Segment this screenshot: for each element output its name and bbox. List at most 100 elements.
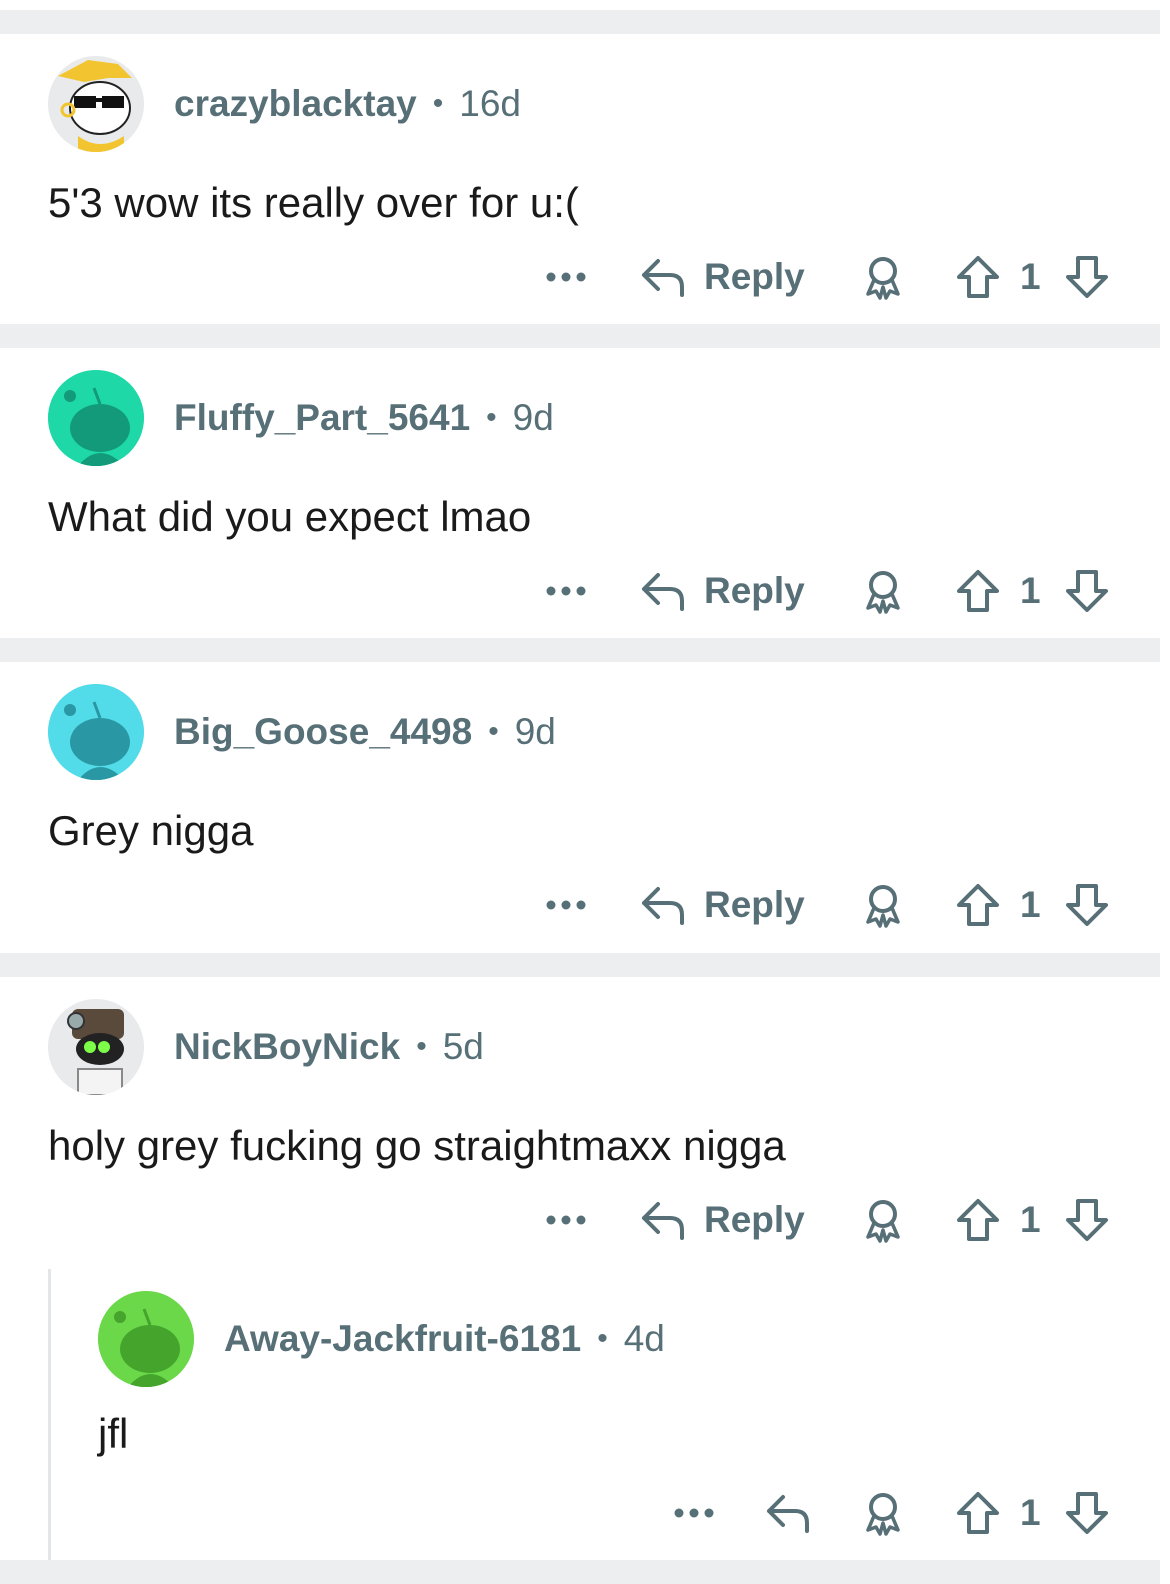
award-button[interactable]	[860, 875, 906, 935]
award-icon	[866, 257, 900, 300]
upvote-icon	[957, 884, 999, 926]
upvote-button[interactable]	[955, 1483, 1001, 1543]
comment: NickBoyNick • 5d holy grey fucking go st…	[0, 977, 1160, 1560]
upvote-button[interactable]	[955, 247, 1001, 307]
avatar[interactable]	[48, 56, 144, 152]
separator-band	[0, 1560, 1160, 1584]
award-button[interactable]	[860, 1483, 906, 1543]
more-options-button[interactable]	[545, 875, 587, 935]
upvote-icon	[957, 570, 999, 612]
author-name[interactable]: NickBoyNick	[174, 1026, 400, 1068]
downvote-icon	[1066, 1492, 1108, 1534]
separator-band	[0, 953, 1160, 977]
reply-icon	[642, 259, 684, 297]
vote-count: 1	[1020, 570, 1041, 611]
author-name[interactable]: Big_Goose_4498	[174, 711, 472, 753]
author-name[interactable]: Fluffy_Part_5641	[174, 397, 470, 439]
separator-band	[0, 10, 1160, 34]
comment: Fluffy_Part_5641 • 9d What did you expec…	[0, 348, 1160, 638]
snoo-default-avatar-icon	[48, 684, 144, 780]
reply-button[interactable]	[765, 1483, 811, 1543]
more-options-button[interactable]	[545, 561, 587, 621]
vote-count: 1	[1020, 1492, 1041, 1533]
comment: crazyblacktay • 16d 5'3 wow its really o…	[0, 34, 1160, 324]
reply-label: Reply	[704, 570, 805, 611]
downvote-icon	[1066, 884, 1108, 926]
author-name[interactable]: crazyblacktay	[174, 83, 417, 125]
author-name[interactable]: Away-Jackfruit-6181	[224, 1318, 581, 1360]
meta-separator: •	[416, 1030, 427, 1063]
comment-text: What did you expect lmao	[48, 493, 532, 540]
comment-feed: crazyblacktay • 16d 5'3 wow its really o…	[0, 0, 1170, 1584]
award-icon	[866, 885, 900, 928]
meta-separator: •	[486, 401, 497, 434]
award-button[interactable]	[860, 1190, 906, 1250]
snoo-visor-avatar-icon	[48, 999, 144, 1095]
more-options-button[interactable]	[545, 247, 587, 307]
downvote-button[interactable]	[1064, 247, 1110, 307]
comment-age: 5d	[442, 1026, 484, 1067]
award-icon	[866, 1200, 900, 1243]
downvote-icon	[1066, 570, 1108, 612]
downvote-button[interactable]	[1064, 1483, 1110, 1543]
upvote-button[interactable]	[955, 875, 1001, 935]
downvote-icon	[1066, 1199, 1108, 1241]
reply-label: Reply	[704, 884, 805, 925]
snoo-default-avatar-icon	[48, 370, 144, 466]
more-icon	[546, 1215, 586, 1225]
reply-icon	[642, 573, 684, 611]
upvote-button[interactable]	[955, 1190, 1001, 1250]
comment-text: holy grey fucking go straightmaxx nigga	[48, 1122, 786, 1169]
more-options-button[interactable]	[545, 1190, 587, 1250]
upvote-icon	[957, 1492, 999, 1534]
comment-age: 9d	[514, 711, 556, 752]
more-icon	[674, 1508, 714, 1518]
reply-icon	[642, 1202, 684, 1240]
more-icon	[546, 900, 586, 910]
downvote-icon	[1066, 256, 1108, 298]
award-icon	[866, 571, 900, 614]
comment-meta: Away-Jackfruit-6181 • 4d	[224, 1317, 665, 1361]
snoo-sunglasses-avatar-icon	[48, 56, 144, 152]
reply-label: Reply	[704, 1199, 805, 1240]
award-button[interactable]	[860, 561, 906, 621]
reply-button[interactable]: Reply	[640, 1190, 805, 1250]
vote-count: 1	[1020, 256, 1041, 297]
comment-meta: Fluffy_Part_5641 • 9d	[174, 396, 554, 440]
upvote-icon	[957, 1199, 999, 1241]
reply-comment: Away-Jackfruit-6181 • 4d jfl 1	[0, 1269, 1160, 1560]
avatar[interactable]	[48, 684, 144, 780]
vote-count: 1	[1020, 884, 1041, 925]
avatar[interactable]	[48, 370, 144, 466]
upvote-icon	[957, 256, 999, 298]
vote-count: 1	[1020, 1199, 1041, 1240]
comment-text: jfl	[98, 1410, 129, 1457]
comment-meta: crazyblacktay • 16d	[174, 82, 521, 126]
comment-age: 16d	[459, 83, 521, 124]
reply-button[interactable]: Reply	[640, 875, 805, 935]
reply-icon	[767, 1495, 809, 1533]
comment-text: Grey nigga	[48, 807, 254, 854]
more-options-button[interactable]	[673, 1483, 715, 1543]
comment: Big_Goose_4498 • 9d Grey nigga Reply 1	[0, 662, 1160, 952]
separator-band	[0, 638, 1160, 662]
meta-separator: •	[597, 1322, 608, 1355]
more-icon	[546, 586, 586, 596]
downvote-button[interactable]	[1064, 875, 1110, 935]
downvote-button[interactable]	[1064, 1190, 1110, 1250]
comment-text: 5'3 wow its really over for u:(	[48, 179, 579, 226]
avatar[interactable]	[48, 999, 144, 1095]
avatar[interactable]	[98, 1291, 194, 1387]
downvote-button[interactable]	[1064, 561, 1110, 621]
award-icon	[866, 1493, 900, 1536]
separator-band	[0, 324, 1160, 348]
reply-label: Reply	[704, 256, 805, 297]
snoo-default-avatar-icon	[98, 1291, 194, 1387]
award-button[interactable]	[860, 247, 906, 307]
reply-button[interactable]: Reply	[640, 561, 805, 621]
upvote-button[interactable]	[955, 561, 1001, 621]
meta-separator: •	[432, 87, 444, 120]
comment-meta: NickBoyNick • 5d	[174, 1025, 484, 1069]
reply-button[interactable]: Reply	[640, 247, 805, 307]
comment-age: 9d	[512, 397, 554, 438]
